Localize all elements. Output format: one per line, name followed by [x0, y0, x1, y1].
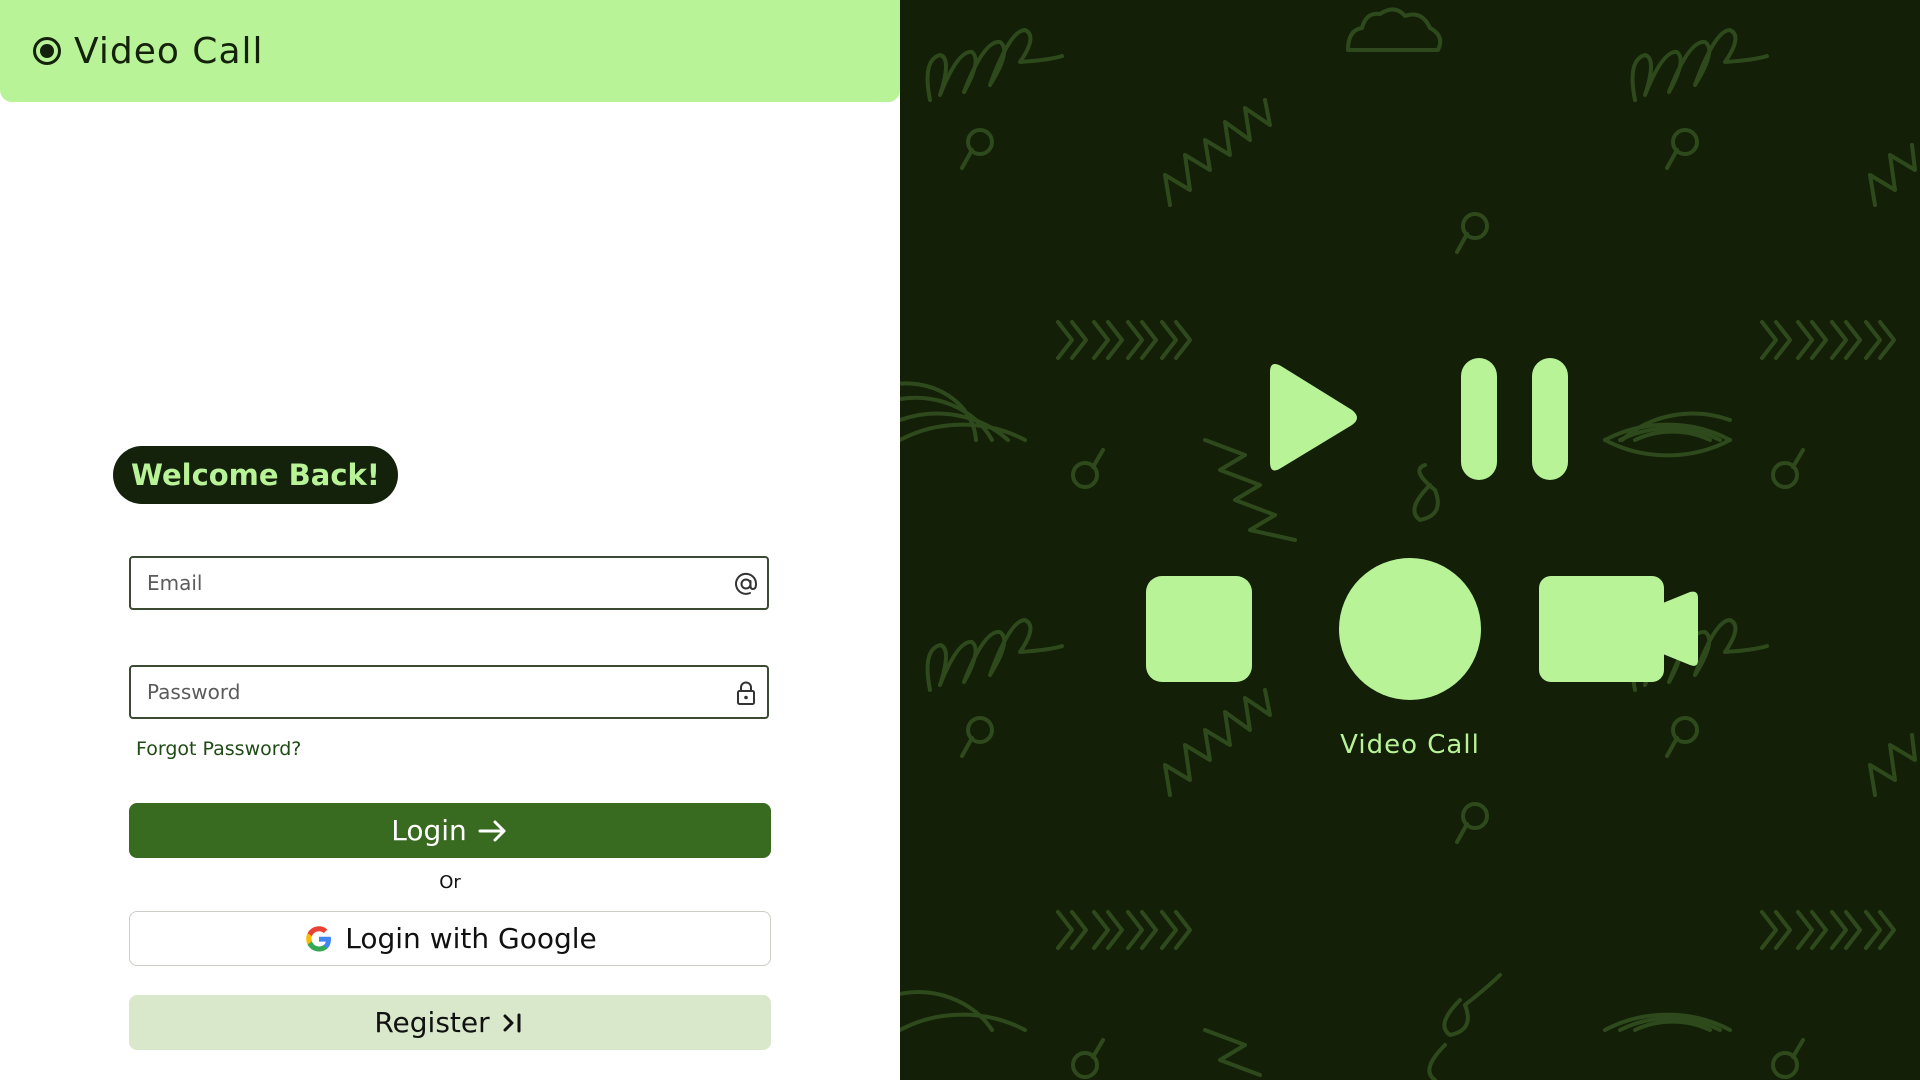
- google-icon: [306, 925, 332, 951]
- password-field[interactable]: [129, 665, 769, 719]
- hero-panel: Video Call: [900, 0, 1920, 1080]
- media-controls-illustration: [1146, 358, 1698, 700]
- forgot-password-link[interactable]: Forgot Password?: [136, 738, 301, 760]
- play-icon: [1270, 364, 1357, 471]
- google-login-button[interactable]: Login with Google: [129, 911, 771, 966]
- pause-icon: [1461, 358, 1497, 480]
- video-camera-icon: [1539, 576, 1664, 682]
- register-button-label: Register: [374, 1006, 490, 1039]
- stop-icon: [1146, 576, 1252, 682]
- or-divider: Or: [439, 872, 461, 893]
- arrow-right-icon: [478, 820, 506, 841]
- record-icon: [1339, 558, 1481, 700]
- pause-icon-bar: [1532, 358, 1568, 480]
- lock-icon: [737, 681, 755, 705]
- welcome-badge: Welcome Back!: [113, 446, 399, 504]
- login-button[interactable]: Login: [129, 803, 771, 858]
- email-field[interactable]: [129, 556, 769, 610]
- login-panel: Video Call Welcome Back! Forgot Password…: [0, 0, 900, 1080]
- skip-forward-icon: [503, 1013, 521, 1032]
- hero-caption: Video Call: [1340, 730, 1480, 760]
- brand[interactable]: Video Call: [32, 28, 264, 74]
- login-page: Video Call Welcome Back! Forgot Password…: [0, 0, 1920, 1080]
- header-bar: Video Call: [0, 0, 900, 102]
- password-input[interactable]: [131, 667, 767, 717]
- google-login-label: Login with Google: [345, 922, 597, 955]
- login-button-label: Login: [391, 814, 467, 847]
- email-input[interactable]: [131, 558, 767, 608]
- record-icon: [33, 37, 61, 65]
- register-button[interactable]: Register: [129, 995, 771, 1050]
- app-title: Video Call: [74, 30, 264, 72]
- at-sign-icon: [735, 572, 758, 595]
